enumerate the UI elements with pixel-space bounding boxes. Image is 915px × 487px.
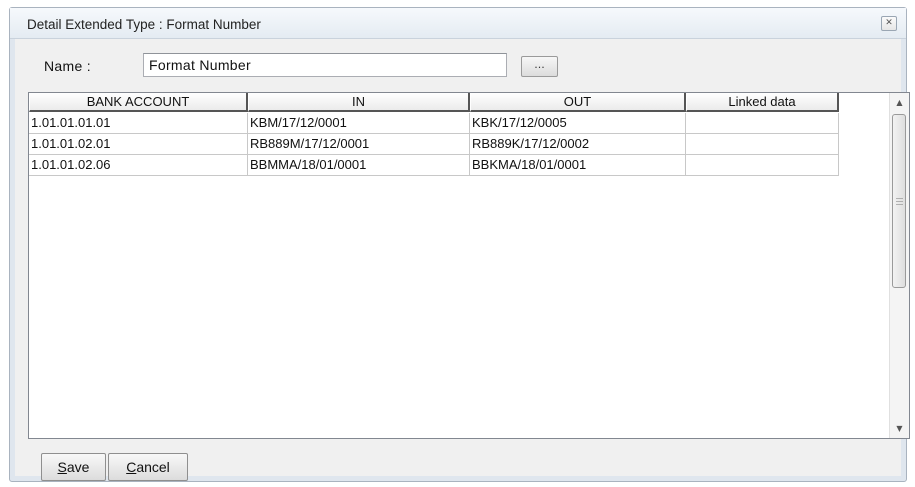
- name-field[interactable]: Format Number: [143, 53, 507, 77]
- cancel-label: ancel: [136, 459, 170, 475]
- vertical-scrollbar[interactable]: ▲ ― ― ― ▼: [889, 93, 909, 438]
- cell-linked-data[interactable]: [686, 113, 839, 134]
- cell-out[interactable]: BBKMA/18/01/0001: [470, 155, 686, 176]
- grid-header: BANK ACCOUNT IN OUT Linked data: [29, 93, 839, 113]
- cancel-button[interactable]: Cancel: [108, 453, 188, 481]
- cell-out[interactable]: RB889K/17/12/0002: [470, 134, 686, 155]
- grip-icon: ― ― ―: [896, 194, 903, 208]
- table-row[interactable]: 1.01.01.01.01 KBM/17/12/0001 KBK/17/12/0…: [29, 113, 839, 134]
- column-header-linked-data[interactable]: Linked data: [686, 93, 839, 112]
- cancel-mnemonic: C: [126, 459, 137, 475]
- window-title: Detail Extended Type : Format Number: [27, 17, 261, 32]
- browse-button[interactable]: ...: [521, 56, 558, 77]
- table-row[interactable]: 1.01.01.02.01 RB889M/17/12/0001 RB889K/1…: [29, 134, 839, 155]
- save-mnemonic: S: [57, 459, 67, 475]
- column-header-in[interactable]: IN: [248, 93, 470, 112]
- cell-linked-data[interactable]: [686, 155, 839, 176]
- close-icon[interactable]: ✕: [881, 16, 897, 31]
- dialog-body: Name : Format Number ... BANK ACCOUNT IN…: [15, 39, 910, 481]
- cell-linked-data[interactable]: [686, 134, 839, 155]
- cell-bank-account[interactable]: 1.01.01.02.06: [29, 155, 248, 176]
- cell-bank-account[interactable]: 1.01.01.01.01: [29, 113, 248, 134]
- save-button[interactable]: Save: [41, 453, 106, 481]
- cell-in[interactable]: KBM/17/12/0001: [248, 113, 470, 134]
- name-label: Name :: [44, 58, 91, 74]
- title-bar[interactable]: Detail Extended Type : Format Number ✕: [10, 8, 906, 39]
- chevron-down-icon[interactable]: ▼: [890, 420, 909, 437]
- cell-out[interactable]: KBK/17/12/0005: [470, 113, 686, 134]
- chevron-up-icon[interactable]: ▲: [890, 94, 909, 111]
- column-header-out[interactable]: OUT: [470, 93, 686, 112]
- scrollbar-thumb[interactable]: ― ― ―: [892, 114, 906, 288]
- table-row[interactable]: 1.01.01.02.06 BBMMA/18/01/0001 BBKMA/18/…: [29, 155, 839, 176]
- cell-in[interactable]: RB889M/17/12/0001: [248, 134, 470, 155]
- cell-bank-account[interactable]: 1.01.01.02.01: [29, 134, 248, 155]
- save-label: ave: [66, 459, 90, 475]
- dialog-window: Detail Extended Type : Format Number ✕ N…: [9, 7, 910, 482]
- data-grid[interactable]: BANK ACCOUNT IN OUT Linked data 1.01.01.…: [28, 92, 910, 439]
- cell-in[interactable]: BBMMA/18/01/0001: [248, 155, 470, 176]
- column-header-bank-account[interactable]: BANK ACCOUNT: [29, 93, 248, 112]
